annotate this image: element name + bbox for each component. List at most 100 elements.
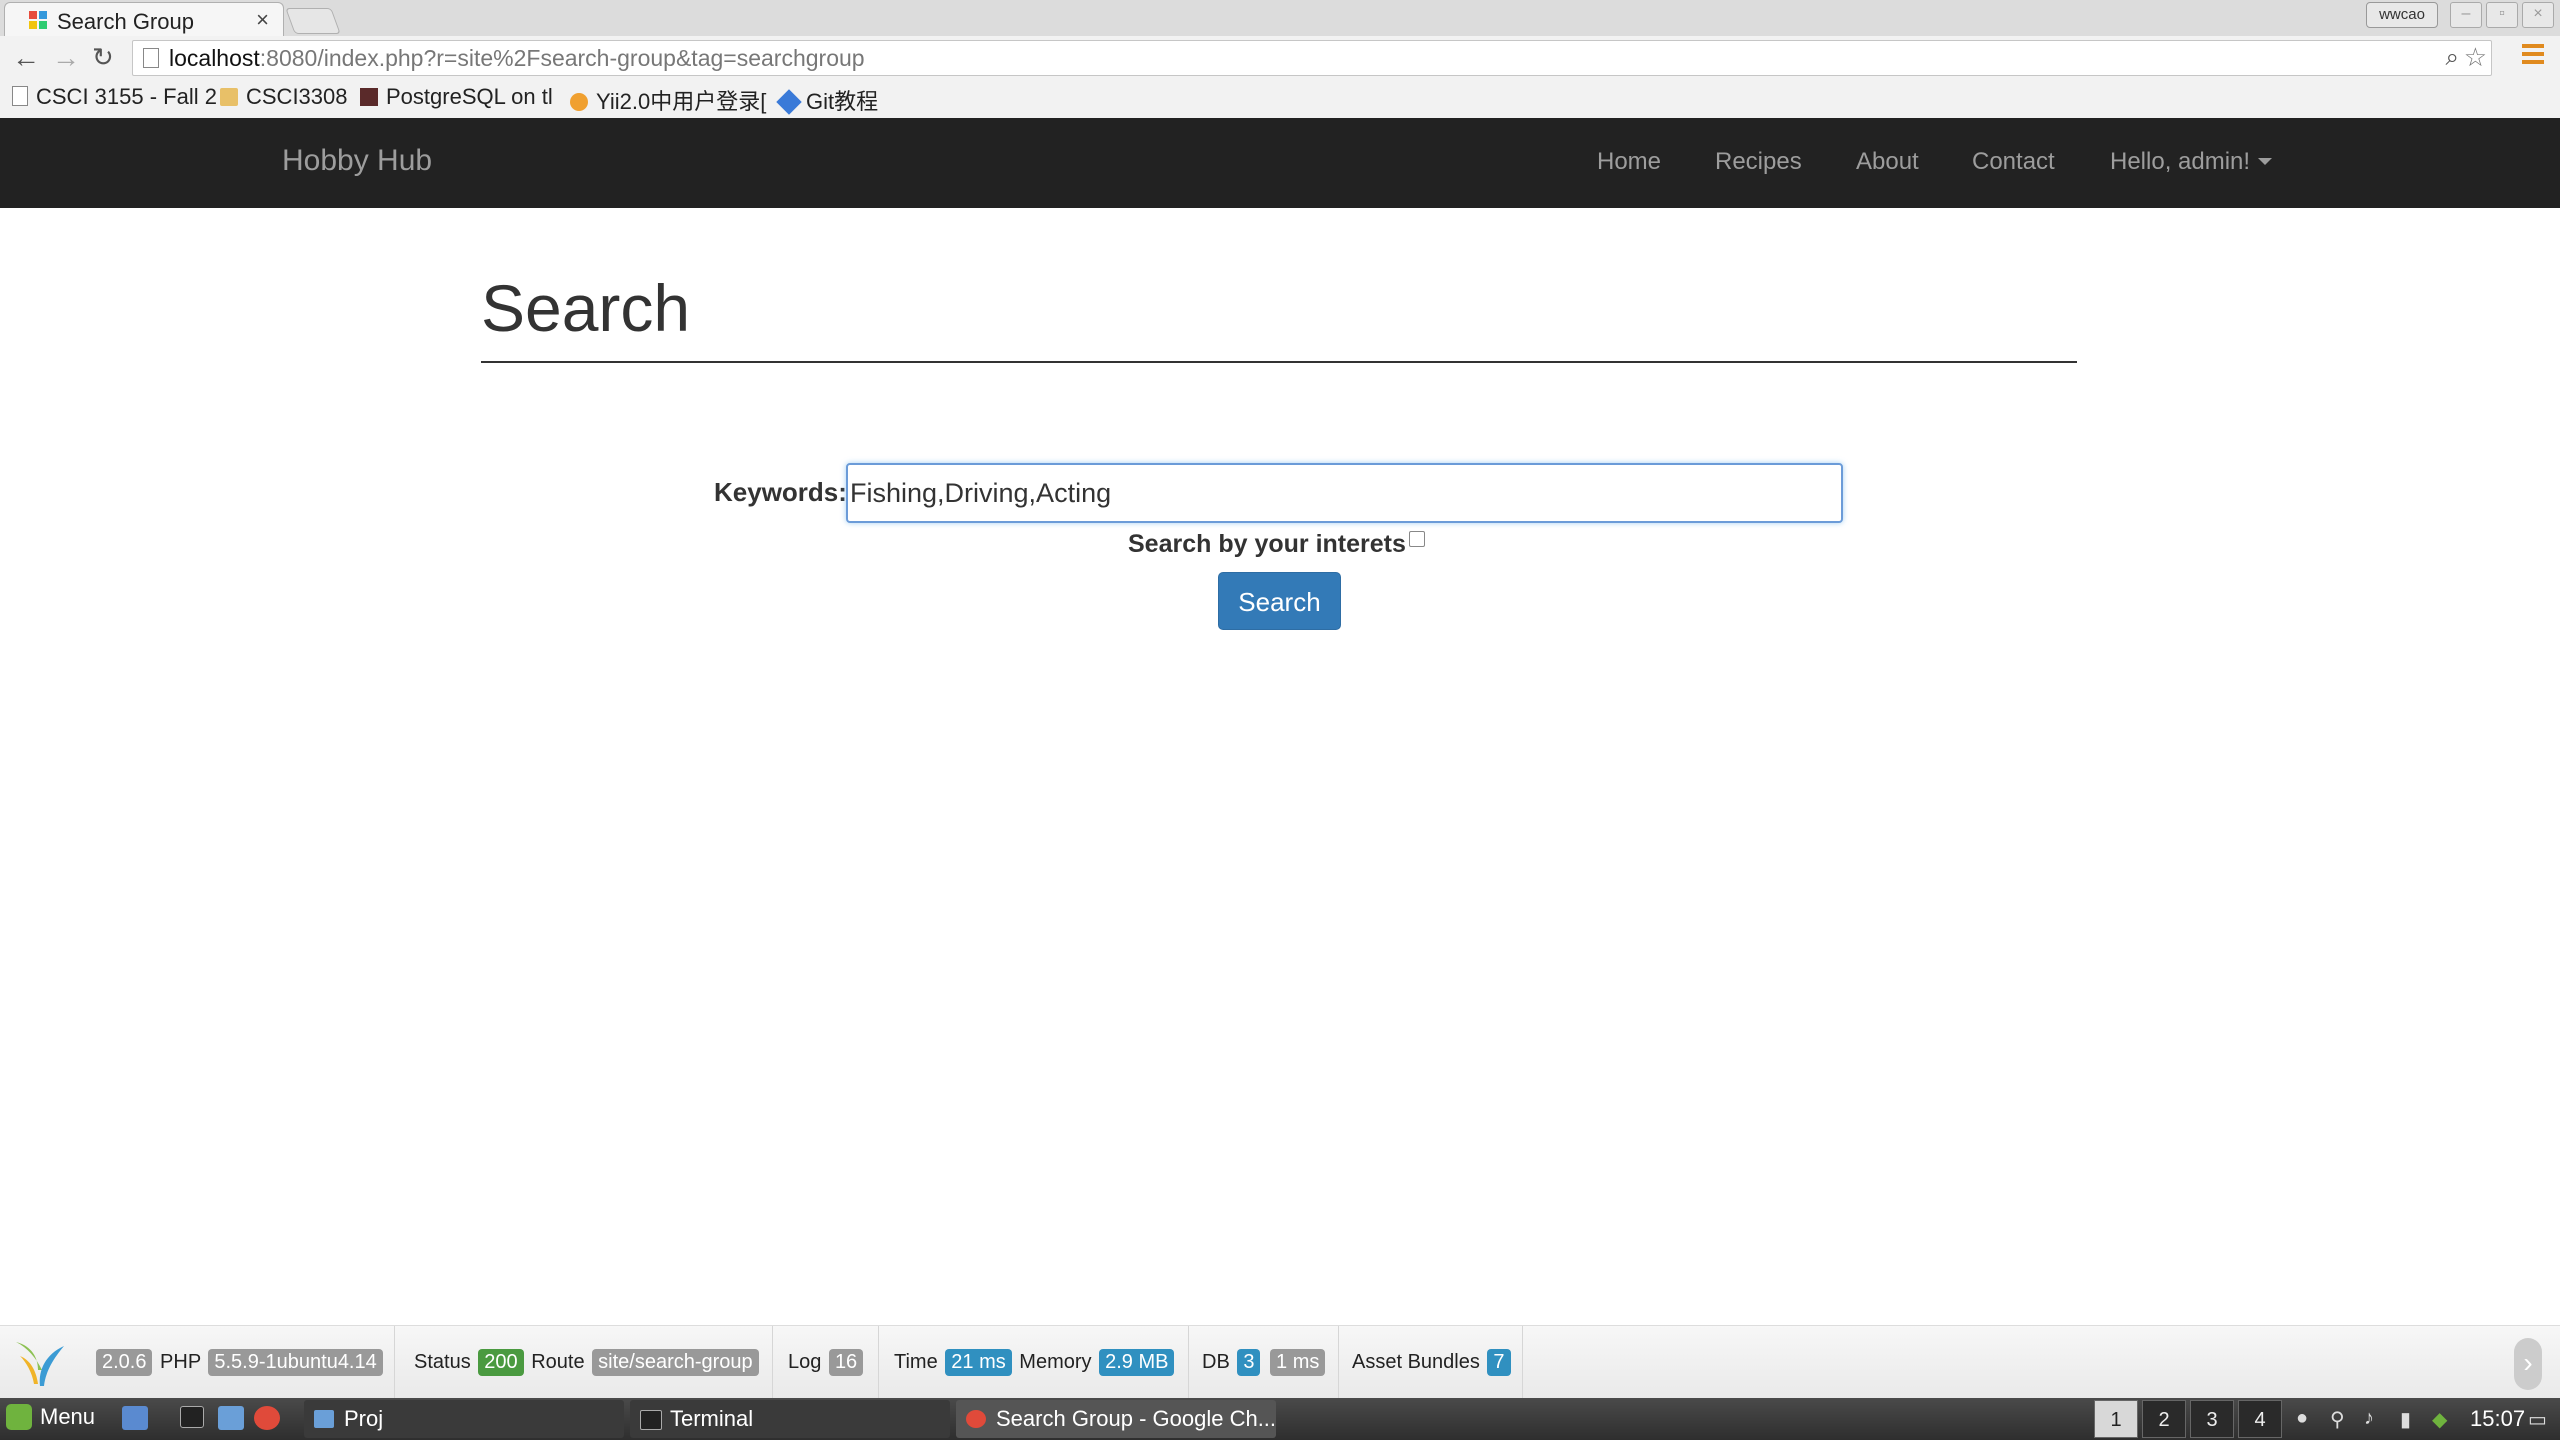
debug-assets-block[interactable]: Asset Bundles 7 <box>1338 1326 1523 1399</box>
app-navbar: Hobby Hub Home Recipes About Contact Hel… <box>0 118 2560 208</box>
db-time-badge: 1 ms <box>1270 1349 1326 1376</box>
new-tab-button[interactable] <box>285 8 341 34</box>
show-desktop-tray-icon[interactable]: ▭ <box>2528 1407 2547 1432</box>
bookmark-item[interactable]: CSCI 3155 - Fall 2 <box>12 84 217 110</box>
debug-version-block[interactable]: 2.0.6 PHP 5.5.9-1ubuntu4.14 <box>84 1326 395 1399</box>
window-label: Proj <box>344 1406 384 1431</box>
window-label: Search Group - Google Ch... <box>996 1406 1276 1431</box>
tab-title: Search Group <box>57 9 194 34</box>
keywords-input[interactable] <box>846 463 1843 523</box>
yii-logo-icon[interactable] <box>12 1336 68 1390</box>
interests-label: Search by your interets <box>1128 530 1406 558</box>
debug-toggle-chevron-icon[interactable]: › <box>2514 1338 2542 1390</box>
log-badge: 16 <box>828 1349 864 1376</box>
memory-label: Memory <box>1019 1351 1092 1373</box>
db-count-badge: 3 <box>1237 1349 1261 1376</box>
rocket-favicon-icon <box>776 89 802 115</box>
search-button[interactable]: Search <box>1218 572 1341 630</box>
bookmark-item[interactable]: Git教程 <box>776 84 878 116</box>
time-badge: 21 ms <box>945 1349 1012 1376</box>
browser-tabstrip: Search Group × wwcao – ▫ × <box>0 0 2560 37</box>
battery-tray-icon[interactable]: ▮ <box>2400 1407 2411 1432</box>
php-version-badge: 5.5.9-1ubuntu4.14 <box>208 1349 383 1376</box>
user-menu-dropdown[interactable]: Hello, admin! <box>2110 148 2273 176</box>
taskbar-window-terminal[interactable]: Terminal <box>630 1400 950 1438</box>
postgres-favicon-icon <box>360 88 378 106</box>
nav-contact[interactable]: Contact <box>1972 148 2055 176</box>
workspace-4[interactable]: 4 <box>2238 1400 2282 1438</box>
network-tray-icon[interactable]: ⚲ <box>2330 1407 2345 1432</box>
log-label: Log <box>788 1351 822 1373</box>
terminal-launcher-icon[interactable] <box>180 1406 204 1428</box>
folder-icon <box>314 1410 334 1428</box>
db-label: DB <box>1202 1351 1230 1373</box>
page-icon <box>12 86 28 106</box>
bookmarks-bar: CSCI 3155 - Fall 2 CSCI3308 PostgreSQL o… <box>0 80 2560 119</box>
status-label: Status <box>414 1351 471 1373</box>
forward-icon[interactable]: → <box>52 42 80 74</box>
keywords-label: Keywords: <box>714 477 847 507</box>
bookmark-star-icon[interactable]: ☆ <box>2464 42 2487 73</box>
route-label: Route <box>531 1351 585 1373</box>
nav-about[interactable]: About <box>1856 148 1919 176</box>
shield-tray-icon[interactable]: ◆ <box>2432 1407 2447 1432</box>
nav-home[interactable]: Home <box>1597 148 1661 176</box>
debug-db-block[interactable]: DB 3 1 ms <box>1188 1326 1339 1399</box>
workspace-3[interactable]: 3 <box>2190 1400 2234 1438</box>
chrome-icon <box>966 1410 986 1428</box>
caret-down-icon <box>2258 158 2273 165</box>
title-divider <box>481 361 2077 363</box>
debug-profiling-block[interactable]: Time 21 ms Memory 2.9 MB <box>878 1326 1189 1399</box>
assets-label: Asset Bundles <box>1352 1351 1480 1373</box>
url-text: localhost:8080/index.php?r=site%2Fsearch… <box>169 45 865 71</box>
page-title: Search <box>481 271 691 345</box>
browser-menu-icon[interactable] <box>2522 44 2544 68</box>
zoom-icon[interactable]: ⌕ <box>2446 44 2459 72</box>
workspace-1[interactable]: 1 <box>2094 1400 2138 1438</box>
toolbar: ← → ↻ localhost:8080/index.php?r=site%2F… <box>0 36 2560 80</box>
yii-version-badge: 2.0.6 <box>96 1349 153 1376</box>
user-menu-label: Hello, admin! <box>2110 148 2251 175</box>
folder-icon <box>220 88 238 106</box>
cat-favicon-icon <box>570 93 588 111</box>
back-icon[interactable]: ← <box>12 42 40 74</box>
show-desktop-icon[interactable] <box>122 1406 148 1430</box>
route-badge: site/search-group <box>592 1349 759 1376</box>
files-launcher-icon[interactable] <box>218 1406 244 1430</box>
chrome-launcher-icon[interactable] <box>254 1406 280 1430</box>
debug-log-block[interactable]: Log 16 <box>772 1326 879 1399</box>
profile-badge[interactable]: wwcao <box>2366 2 2438 28</box>
os-taskbar: Menu Proj Terminal Search Group - Google… <box>0 1398 2560 1440</box>
status-badge: 200 <box>478 1349 524 1376</box>
assets-badge: 7 <box>1487 1349 1511 1376</box>
memory-badge: 2.9 MB <box>1099 1349 1175 1376</box>
window-label: Terminal <box>670 1406 754 1431</box>
interests-checkbox[interactable] <box>1409 531 1425 547</box>
mint-logo-icon <box>6 1404 32 1430</box>
bookmark-item[interactable]: CSCI3308 <box>220 84 348 110</box>
user-tray-icon[interactable]: ● <box>2296 1407 2308 1430</box>
start-menu-button[interactable]: Menu <box>6 1404 95 1430</box>
bookmark-item[interactable]: Yii2.0中用户登录[ <box>570 84 766 116</box>
bookmark-item[interactable]: PostgreSQL on tl <box>360 84 553 110</box>
nav-recipes[interactable]: Recipes <box>1715 148 1802 176</box>
taskbar-window-proj[interactable]: Proj <box>304 1400 624 1438</box>
clock[interactable]: 15:07 <box>2470 1406 2525 1432</box>
php-label: PHP <box>160 1351 201 1373</box>
site-favicon-icon <box>29 11 47 29</box>
volume-tray-icon[interactable]: ♪ <box>2364 1407 2374 1430</box>
tab-close-icon[interactable]: × <box>256 7 269 33</box>
debug-toolbar: 2.0.6 PHP 5.5.9-1ubuntu4.14 Status 200 R… <box>0 1325 2560 1399</box>
minimize-icon[interactable]: – <box>2450 2 2482 28</box>
workspace-2[interactable]: 2 <box>2142 1400 2186 1438</box>
taskbar-window-chrome[interactable]: Search Group - Google Ch... <box>956 1400 1276 1438</box>
maximize-icon[interactable]: ▫ <box>2486 2 2518 28</box>
time-label: Time <box>894 1351 938 1373</box>
close-window-icon[interactable]: × <box>2522 2 2554 28</box>
start-menu-label: Menu <box>40 1404 96 1429</box>
brand-link[interactable]: Hobby Hub <box>282 144 432 178</box>
tab-search-group[interactable]: Search Group × <box>4 2 284 36</box>
reload-icon[interactable]: ↻ <box>92 42 114 73</box>
address-bar[interactable]: localhost:8080/index.php?r=site%2Fsearch… <box>132 40 2492 76</box>
debug-request-block[interactable]: Status 200 Route site/search-group <box>394 1326 773 1399</box>
